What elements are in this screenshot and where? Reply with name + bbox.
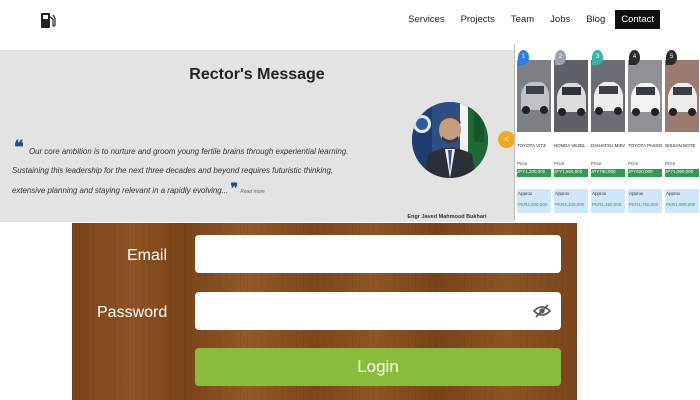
nav-links: Services Projects Team Jobs Blog Contact — [398, 10, 660, 29]
vehicle-name: DAIHATSU MIRA ES — [591, 143, 625, 148]
price-label: Price — [628, 161, 639, 166]
vehicle-card[interactable]: 5 NISSAN NOTE Price JPY1,050,000 Approx … — [665, 44, 699, 214]
vehicle-image — [554, 60, 588, 132]
quote-text: Our core ambition is to nurture and groo… — [12, 147, 349, 195]
nav-link-blog[interactable]: Blog — [580, 10, 611, 29]
approx-value: PKR1,450,000 — [592, 202, 622, 207]
eye-slash-icon[interactable] — [533, 303, 551, 319]
approx-box: Approx PKR1,750,000 — [628, 189, 662, 213]
vehicle-carousel: 1 TOYOTA VITZ Price JPY1,200,000 Approx … — [514, 44, 700, 220]
share-icon[interactable]: < — [498, 131, 515, 148]
nav-link-contact[interactable]: Contact — [615, 10, 660, 29]
password-label: Password — [97, 304, 168, 321]
vehicle-number-badge: 3 — [592, 50, 603, 65]
vehicle-image — [591, 60, 625, 132]
nav-link-jobs[interactable]: Jobs — [544, 10, 576, 29]
vehicle-price: JPY1,200,000 — [517, 169, 551, 177]
login-form: Email Password Login — [72, 223, 577, 400]
vehicle-image — [517, 60, 551, 132]
price-label: Price — [517, 161, 528, 166]
approx-box: Approx PKR1,450,000 — [591, 189, 625, 213]
vehicle-image — [665, 60, 699, 132]
rector-portrait — [412, 102, 488, 178]
top-navbar: Services Projects Team Jobs Blog Contact — [0, 0, 700, 46]
password-field[interactable] — [195, 292, 561, 330]
vehicle-card[interactable]: 4 TOYOTA PASSO Price JPY920,000 Approx P… — [628, 44, 662, 214]
approx-label: Approx — [629, 191, 644, 196]
approx-value: PKR1,980,000 — [666, 202, 696, 207]
approx-box: Approx PKR3,100,000 — [554, 189, 588, 213]
vehicle-image — [628, 60, 662, 132]
price-label: Price — [554, 161, 565, 166]
quote-close-icon: ❞ — [230, 181, 238, 197]
vehicle-number-badge: 2 — [555, 50, 566, 65]
approx-value: PKR3,100,000 — [555, 202, 585, 207]
section-title: Rector's Message — [189, 66, 325, 83]
fuel-pump-icon[interactable] — [40, 11, 56, 29]
vehicle-name: TOYOTA VITZ — [517, 143, 546, 148]
rector-name: Engr Javed Mahmood Bukhari — [407, 214, 487, 220]
vehicle-name: TOYOTA PASSO — [628, 143, 662, 148]
approx-label: Approx — [666, 191, 681, 196]
price-label: Price — [665, 161, 676, 166]
vehicle-card[interactable]: 2 HONDA VEZEL Price JPY1,650,000 Approx … — [554, 44, 588, 214]
approx-value: PKR1,750,000 — [629, 202, 659, 207]
vehicle-card[interactable]: 3 DAIHATSU MIRA ES Price JPY780,000 Appr… — [591, 44, 625, 214]
vehicle-card[interactable]: 1 TOYOTA VITZ Price JPY1,200,000 Approx … — [517, 44, 551, 214]
nav-link-services[interactable]: Services — [402, 10, 450, 29]
nav-link-projects[interactable]: Projects — [455, 10, 501, 29]
vehicle-name: HONDA VEZEL — [554, 143, 586, 148]
approx-label: Approx — [555, 191, 570, 196]
login-button[interactable]: Login — [195, 348, 561, 386]
approx-box: Approx PKR1,980,000 — [665, 189, 699, 213]
email-field[interactable] — [195, 235, 561, 273]
approx-value: PKR2,300,000 — [518, 202, 548, 207]
vehicle-price: JPY1,650,000 — [554, 169, 588, 177]
read-more-link[interactable]: Read more — [240, 189, 265, 195]
approx-label: Approx — [518, 191, 533, 196]
vehicle-number-badge: 1 — [518, 50, 529, 65]
vehicle-price: JPY1,050,000 — [665, 169, 699, 177]
vehicle-name: NISSAN NOTE — [665, 143, 696, 148]
price-label: Price — [591, 161, 602, 166]
vehicle-price: JPY780,000 — [591, 169, 625, 177]
approx-box: Approx PKR2,300,000 — [517, 189, 551, 213]
rector-quote: Our core ambition is to nurture and groo… — [12, 142, 357, 202]
vehicle-price: JPY920,000 — [628, 169, 662, 177]
nav-link-team[interactable]: Team — [505, 10, 540, 29]
rector-message-section: Rector's Message ❝ Our core ambition is … — [0, 50, 515, 222]
vehicle-number-badge: 4 — [629, 50, 640, 65]
page: Services Projects Team Jobs Blog Contact… — [0, 0, 700, 400]
vehicle-number-badge: 5 — [666, 50, 677, 65]
email-label: Email — [127, 247, 168, 264]
approx-label: Approx — [592, 191, 607, 196]
